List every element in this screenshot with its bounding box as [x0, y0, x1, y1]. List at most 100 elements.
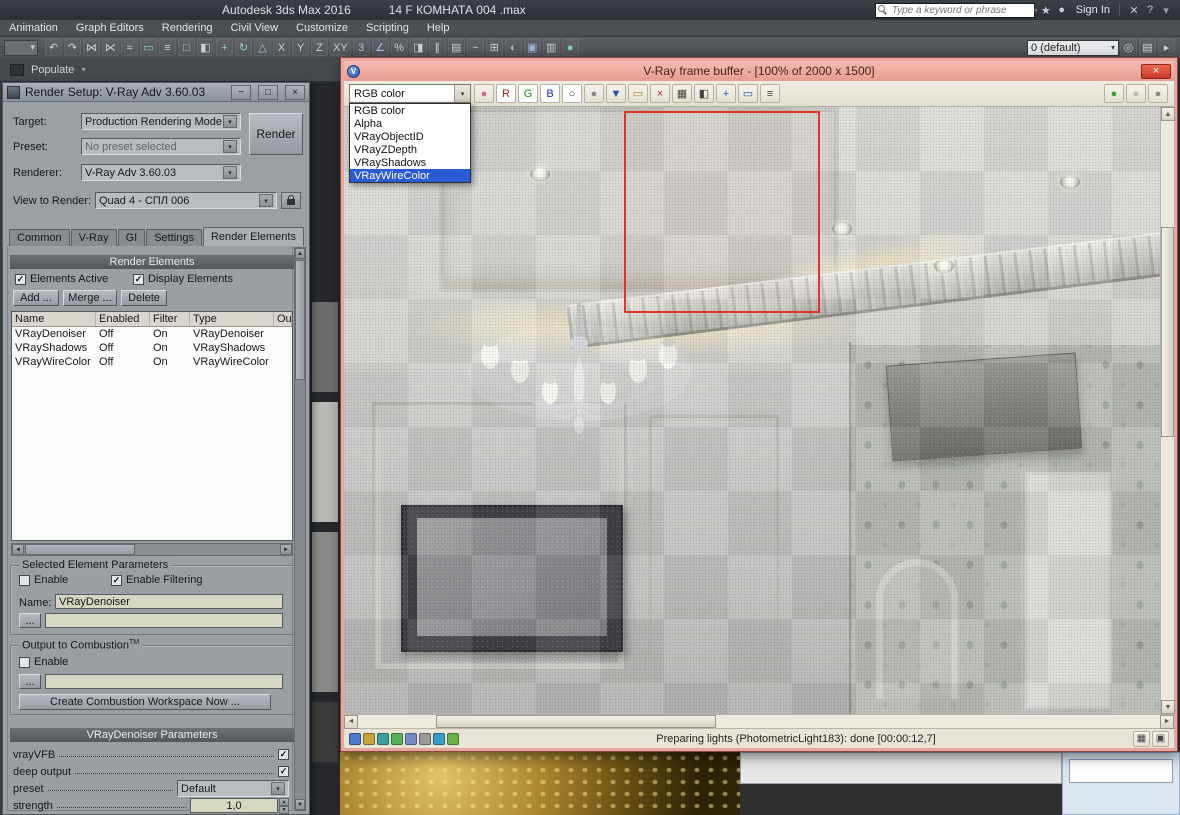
help-caret-icon[interactable]: ▾	[1158, 2, 1174, 18]
col-name[interactable]: Name	[12, 312, 96, 326]
copy-to-clipboard-button[interactable]: ▦	[672, 84, 692, 103]
elements-active-checkbox[interactable]: ✓ Elements Active	[15, 273, 108, 285]
menu-civil-view[interactable]: Civil View	[222, 20, 287, 36]
vfb-close-button[interactable]: ×	[1141, 63, 1171, 79]
angle-snap-icon[interactable]: ∠	[371, 39, 389, 56]
prompt-arrow-icon[interactable]: ▸	[1158, 39, 1175, 56]
populate-caret-icon[interactable]: ▾	[81, 65, 85, 74]
scroll-thumb[interactable]	[1161, 227, 1174, 437]
tab-settings[interactable]: Settings	[146, 229, 202, 246]
maximize-button[interactable]: □	[258, 84, 278, 100]
denoiser-preset-dropdown[interactable]: Default ▾	[177, 780, 289, 797]
channel-combo-caret-icon[interactable]: ▾	[454, 85, 470, 102]
combustion-browse-button[interactable]: ...	[19, 674, 41, 689]
checkbox-checked-icon[interactable]: ✓	[15, 273, 26, 285]
strength-field[interactable]: 1,0	[190, 798, 278, 813]
strength-spinner[interactable]: ▴ ▾	[279, 797, 289, 814]
vraydenoiser-parameters-rollout-header[interactable]: VRayDenoiser Parameters	[10, 728, 294, 742]
save-image-button[interactable]: ▼	[606, 84, 626, 103]
browse-output-button[interactable]: ...	[19, 613, 41, 628]
scroll-right-icon[interactable]: ►	[1160, 714, 1174, 729]
combustion-path-field[interactable]	[45, 674, 283, 689]
tab-render-elements[interactable]: Render Elements	[202, 227, 304, 246]
layer-manager-icon[interactable]: ▤	[447, 39, 465, 56]
channel-combo[interactable]: RGB color ▾	[349, 84, 471, 103]
render-setup-scrollbar[interactable]: ▲ ▼	[294, 247, 306, 811]
scroll-left-icon[interactable]: ◄	[344, 714, 358, 729]
lock-view-button[interactable]	[281, 192, 301, 209]
target-caret-icon[interactable]: ▾	[223, 115, 237, 128]
status-extra-icon[interactable]	[447, 732, 459, 745]
axis-y-button[interactable]: Y	[292, 39, 309, 56]
status-grid-icon[interactable]	[391, 732, 403, 745]
enable-filtering-checkbox[interactable]: ✓ Enable Filtering	[111, 574, 202, 586]
vfb-vertical-scrollbar[interactable]: ▲ ▼	[1160, 107, 1175, 714]
enable-checkbox[interactable]: Enable	[19, 574, 68, 586]
render-elements-table[interactable]: Name Enabled Filter Type Ou VRayDenoiser…	[11, 311, 293, 541]
channel-option[interactable]: VRayZDepth	[350, 143, 470, 156]
combustion-enable-checkbox[interactable]: Enable	[19, 656, 68, 668]
show-corrections-control-button[interactable]: ●	[1104, 84, 1124, 103]
scroll-left-icon[interactable]: ◄	[12, 544, 24, 555]
favorites-star-icon[interactable]: ★	[1038, 2, 1054, 18]
scroll-up-icon[interactable]: ▲	[295, 248, 305, 259]
status-info-icon[interactable]	[433, 732, 445, 745]
status-browse-icon[interactable]	[363, 732, 375, 745]
vrayvfb-checkbox[interactable]: ✓	[278, 749, 289, 760]
render-elements-rollout-header[interactable]: Render Elements	[10, 255, 294, 269]
render-setup-icon[interactable]: ▣	[523, 39, 541, 56]
redo-icon[interactable]: ↷	[64, 39, 81, 56]
window-crossing-icon[interactable]: ◧	[197, 39, 214, 56]
menu-rendering[interactable]: Rendering	[153, 20, 222, 36]
bind-spacewarp-icon[interactable]: ≈	[121, 39, 138, 56]
menu-customize[interactable]: Customize	[287, 20, 357, 36]
table-row[interactable]: VRayDenoiser Off On VRayDenoiser	[12, 327, 292, 341]
channel-option[interactable]: RGB color	[350, 104, 470, 117]
rendered-image[interactable]	[344, 107, 1160, 714]
populate-icon[interactable]	[10, 63, 24, 76]
delete-element-button[interactable]: Delete	[121, 290, 167, 306]
autodesk-a360-icon[interactable]: ✕	[1126, 2, 1142, 18]
status-mono-icon[interactable]	[419, 732, 431, 745]
renderer-caret-icon[interactable]: ▾	[223, 166, 237, 179]
green-channel-button[interactable]: G	[518, 84, 538, 103]
menu-help[interactable]: Help	[418, 20, 459, 36]
table-row[interactable]: VRayShadows Off On VRayShadows	[12, 341, 292, 355]
status-copy-icon[interactable]	[405, 732, 417, 745]
sign-in-link[interactable]: Sign In	[1076, 4, 1110, 16]
renderer-dropdown[interactable]: V-Ray Adv 3.60.03 ▾	[81, 164, 241, 181]
element-name-field[interactable]: VRayDenoiser	[55, 594, 283, 609]
select-link-icon[interactable]: ⋈	[83, 39, 100, 56]
status-compare-icon[interactable]	[377, 732, 389, 745]
tab-gi[interactable]: GI	[117, 229, 146, 246]
load-image-button[interactable]: ▭	[628, 84, 648, 103]
axis-xy-button[interactable]: XY	[330, 39, 351, 56]
layer-combo[interactable]: 0 (default) ▾	[1027, 39, 1119, 56]
preset-dropdown[interactable]: No preset selected ▾	[81, 138, 241, 155]
curve-editor-icon[interactable]: ~	[466, 39, 484, 56]
view-caret-icon[interactable]: ▾	[259, 194, 273, 207]
display-layers-icon[interactable]: ▤	[1139, 39, 1156, 56]
blue-channel-button[interactable]: B	[540, 84, 560, 103]
table-row[interactable]: VRayWireColor Off On VRayWireColor	[12, 355, 292, 369]
denoiser-preset-caret-icon[interactable]: ▾	[271, 782, 285, 795]
col-type[interactable]: Type	[190, 312, 274, 326]
track-mouse-while-rendering-button[interactable]: +	[716, 84, 736, 103]
channel-option[interactable]: VRayShadows	[350, 156, 470, 169]
select-by-name-icon[interactable]: ≡	[159, 39, 176, 56]
status-save-all-icon[interactable]	[349, 732, 361, 745]
render-button[interactable]: Render	[249, 113, 303, 155]
merge-elements-button[interactable]: Merge ...	[63, 290, 117, 306]
preset-caret-icon[interactable]: ▾	[223, 140, 237, 153]
menu-scripting[interactable]: Scripting	[357, 20, 418, 36]
view-to-render-dropdown[interactable]: Quad 4 - СПЛ 006 ▾	[95, 192, 277, 209]
vfb-horizontal-scrollbar[interactable]: ◄ ►	[344, 714, 1174, 729]
col-enabled[interactable]: Enabled	[96, 312, 150, 326]
scroll-right-icon[interactable]: ►	[280, 544, 292, 555]
material-editor-icon[interactable]: ◐	[504, 39, 522, 56]
workspace-combo[interactable]: ▾	[4, 39, 38, 56]
checkbox-checked-icon[interactable]: ✓	[133, 273, 144, 285]
snap-toggle-icon[interactable]: 3	[352, 39, 370, 56]
channel-dropdown-list[interactable]: RGB color Alpha VRayObjectID VRayZDepth …	[349, 103, 471, 183]
layer-combo-caret-icon[interactable]: ▾	[1111, 43, 1115, 52]
